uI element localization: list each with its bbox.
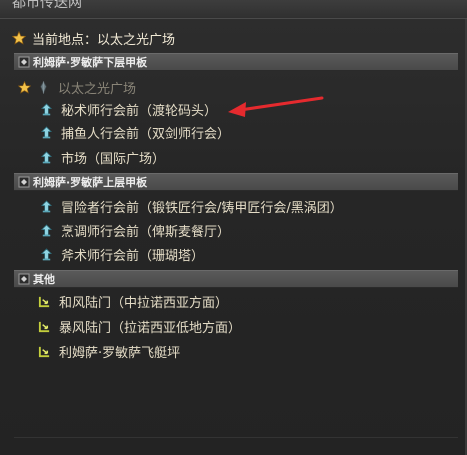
- section-icon: [18, 176, 30, 188]
- teleport-window: 都市传送网 当前地点：以太之光广场 利姆萨·罗敏萨下层甲板 以太之光广场 秘术师…: [0, 0, 467, 455]
- list-item-market[interactable]: 市场（国际广场）: [40, 146, 165, 168]
- window-titlebar[interactable]: 都市传送网: [0, 0, 467, 19]
- gate-exit-icon: [38, 345, 51, 358]
- star-icon: [18, 81, 31, 94]
- divider: [14, 437, 458, 438]
- list-item-label: 暴风陆门（拉诺西亚低地方面）: [59, 320, 242, 336]
- list-item-airship-landing[interactable]: 利姆萨·罗敏萨飞艇坪: [38, 340, 180, 362]
- gate-exit-icon: [38, 295, 51, 308]
- star-icon: [12, 31, 26, 45]
- section-header-upper-decks: 利姆萨·罗敏萨上层甲板: [14, 173, 458, 191]
- aethernet-shard-icon: [40, 151, 53, 164]
- current-location: 当前地点：以太之光广场: [12, 28, 175, 48]
- list-item-label: 捕鱼人行会前（双剑师行会）: [61, 126, 231, 142]
- section-header-label: 利姆萨·罗敏萨上层甲板: [33, 176, 148, 189]
- list-item-label: 以太之光广场: [58, 81, 137, 97]
- list-item-label: 利姆萨·罗敏萨飞艇坪: [59, 345, 181, 361]
- gate-exit-icon: [38, 320, 51, 333]
- list-item-label: 烹调师行会前（俾斯麦餐厅）: [61, 224, 231, 240]
- aethernet-shard-icon: [40, 126, 53, 139]
- section-header-other: 其他: [14, 270, 458, 288]
- section-icon: [18, 56, 30, 68]
- current-location-text: 当前地点：以太之光广场: [32, 32, 176, 48]
- aethernet-shard-icon: [40, 224, 53, 237]
- list-item-label: 和风陆门（中拉诺西亚方面）: [59, 295, 229, 311]
- list-item-marauders-guild[interactable]: 斧术师行会前（珊瑚塔）: [40, 243, 204, 265]
- section-header-label: 其他: [33, 273, 55, 286]
- list-item-arcanists-guild[interactable]: 秘术师行会前（渡轮码头）: [40, 98, 217, 120]
- aethernet-shard-icon: [40, 248, 53, 261]
- aetheryte-crystal-icon: [37, 81, 50, 94]
- section-header-label: 利姆萨·罗敏萨下层甲板: [33, 56, 148, 69]
- list-item-zephyr-gate[interactable]: 和风陆门（中拉诺西亚方面）: [38, 290, 228, 312]
- annotation-arrow-icon: [228, 96, 324, 117]
- list-item-current: 以太之光广场: [18, 76, 136, 98]
- list-item-fishermens-guild[interactable]: 捕鱼人行会前（双剑师行会）: [40, 121, 230, 143]
- section-icon: [18, 273, 30, 285]
- window-title: 都市传送网: [12, 0, 82, 11]
- list-item-tempest-gate[interactable]: 暴风陆门（拉诺西亚低地方面）: [38, 315, 241, 337]
- aethernet-shard-icon: [40, 103, 53, 116]
- list-item-label: 斧术师行会前（珊瑚塔）: [61, 248, 205, 264]
- list-item-label: 市场（国际广场）: [61, 151, 166, 167]
- section-header-lower-decks: 利姆萨·罗敏萨下层甲板: [14, 53, 458, 71]
- list-item-adventurers-guild[interactable]: 冒险者行会前（锻铁匠行会/铸甲匠行会/黑涡团）: [40, 195, 343, 217]
- list-item-label: 冒险者行会前（锻铁匠行会/铸甲匠行会/黑涡团）: [61, 200, 343, 216]
- list-item-culinarians-guild[interactable]: 烹调师行会前（俾斯麦餐厅）: [40, 219, 230, 241]
- list-item-label: 秘术师行会前（渡轮码头）: [61, 103, 218, 119]
- aethernet-shard-icon: [40, 200, 53, 213]
